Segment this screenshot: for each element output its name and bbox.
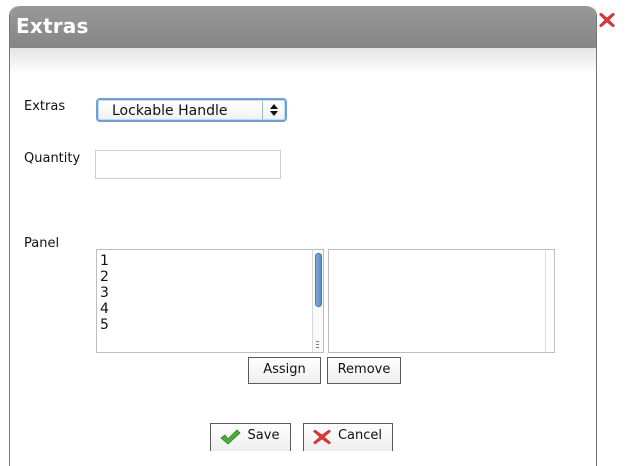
- list-item[interactable]: 2: [100, 269, 109, 285]
- dialog-titlebar: Extras: [10, 6, 596, 48]
- list-item[interactable]: 3: [100, 285, 109, 301]
- extras-select-value: Lockable Handle: [112, 103, 228, 119]
- list-item[interactable]: 1: [100, 253, 109, 269]
- extras-label: Extras: [24, 99, 66, 114]
- close-icon[interactable]: [597, 10, 617, 30]
- list-item[interactable]: 4: [100, 301, 109, 317]
- list-item[interactable]: 5: [100, 317, 109, 333]
- red-x-icon: [312, 428, 332, 446]
- panel-label: Panel: [24, 236, 60, 251]
- save-button[interactable]: Save: [210, 423, 291, 451]
- remove-button[interactable]: Remove: [327, 357, 401, 384]
- assign-button-label: Assign: [263, 362, 306, 377]
- select-divider: [262, 101, 263, 119]
- scrollbar-thumb[interactable]: [315, 253, 322, 307]
- cancel-button[interactable]: Cancel: [303, 423, 393, 451]
- list-scrollbar[interactable]: [312, 250, 323, 352]
- dialog-title: Extras: [16, 14, 89, 38]
- remove-button-label: Remove: [337, 362, 391, 377]
- up-down-arrows-icon: [267, 101, 281, 119]
- assigned-list-scroll-track: [545, 250, 554, 352]
- quantity-label: Quantity: [24, 151, 81, 166]
- extras-dialog: Extras: [9, 6, 597, 466]
- assign-button[interactable]: Assign: [248, 357, 321, 384]
- panel-assigned-list[interactable]: [328, 249, 555, 353]
- panel-available-list[interactable]: 1 2 3 4 5: [96, 249, 324, 353]
- extras-select[interactable]: Lockable Handle: [96, 98, 287, 122]
- save-button-label: Save: [247, 428, 280, 443]
- titlebar-shadow: [10, 48, 596, 74]
- resize-grip-icon: [316, 341, 319, 349]
- checkmark-icon: [219, 428, 241, 446]
- cancel-button-label: Cancel: [337, 428, 383, 443]
- quantity-input[interactable]: [95, 150, 281, 179]
